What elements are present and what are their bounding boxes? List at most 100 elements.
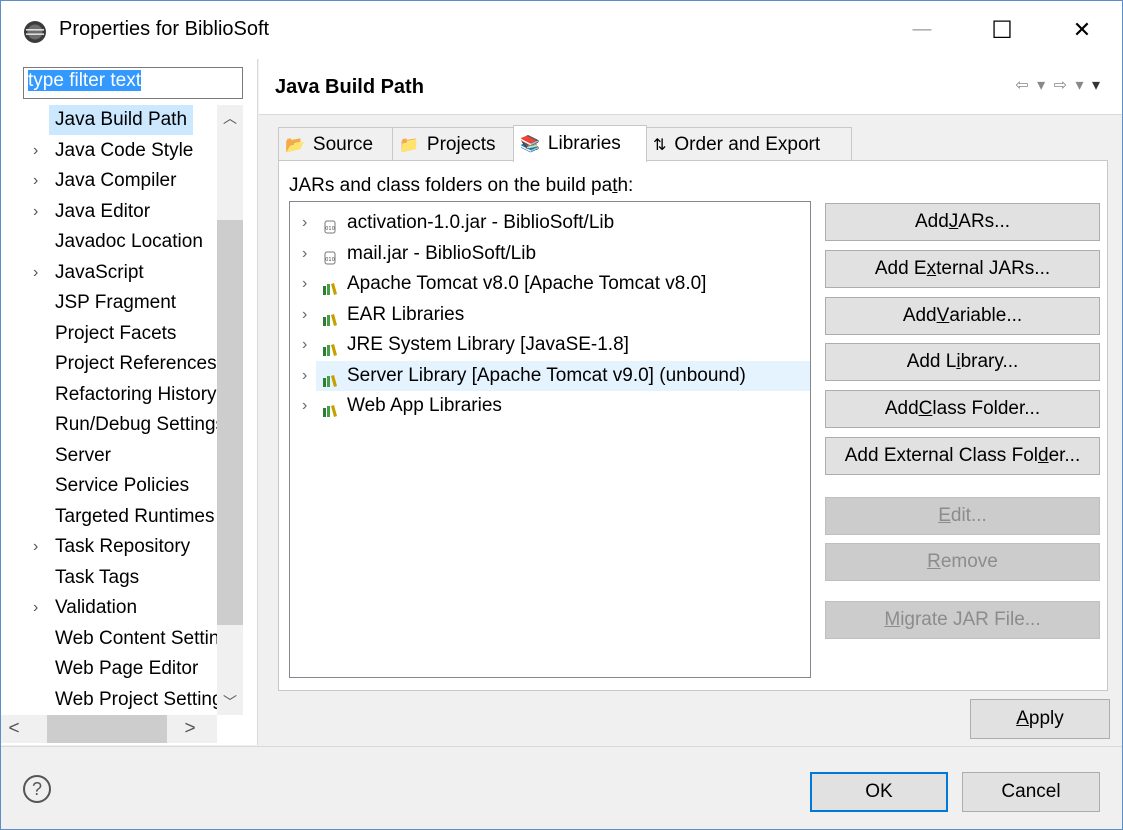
- expand-arrow-icon[interactable]: ›: [33, 532, 45, 562]
- add-external-class-folder-button[interactable]: Add External Class Fol d er...: [825, 437, 1100, 475]
- entry-label: Server Library [Apache Tomcat v9.0] (unb…: [347, 364, 746, 386]
- scroll-right-icon[interactable]: >: [177, 715, 203, 743]
- tree-item-label: Project References: [55, 353, 217, 374]
- add-library-button[interactable]: Add Li brary...: [825, 343, 1100, 381]
- tree-item-label: Refactoring History: [55, 383, 217, 405]
- migrate-jar-file-button: Migrate JAR File...: [825, 601, 1100, 639]
- build-path-entry[interactable]: › 010 activation-1.0.jar - BiblioSoft/Lib: [290, 208, 810, 238]
- expand-arrow-icon[interactable]: ›: [302, 330, 307, 360]
- back-dropdown-icon[interactable]: ▾: [1037, 77, 1047, 94]
- tree-item-service-policies[interactable]: Service Policies: [1, 471, 217, 501]
- edit-button: Edit...: [825, 497, 1100, 535]
- tree-item-java-code-style[interactable]: › Java Code Style: [1, 136, 217, 166]
- build-path-entries-list[interactable]: › 010 activation-1.0.jar - BiblioSoft/Lib ›…: [289, 201, 811, 678]
- tree-item-label: Task Repository: [55, 536, 191, 557]
- tab-label: Projects: [426, 133, 496, 155]
- tree-item-web-content-settings[interactable]: Web Content Settings: [1, 624, 217, 654]
- tree-item-label: Javadoc Location: [55, 231, 203, 252]
- entry-label: JRE System Library [JavaSE-1.8]: [347, 334, 629, 355]
- build-path-entry[interactable]: › EAR Libraries: [290, 300, 810, 330]
- scroll-left-icon[interactable]: <: [1, 715, 27, 743]
- build-path-entry[interactable]: › JRE System Library [JavaSE-1.8]: [290, 330, 810, 360]
- window-title: Properties for BiblioSoft: [59, 18, 270, 40]
- scroll-down-icon[interactable]: ﹀: [217, 689, 243, 715]
- tree-item-web-project-settings[interactable]: Web Project Settings: [1, 685, 217, 715]
- button-bar-separator: [1, 746, 1122, 747]
- tree-item-validation[interactable]: › Validation: [1, 593, 217, 623]
- build-path-entry[interactable]: › Server Library [Apache Tomcat v9.0] (un…: [290, 360, 810, 391]
- tree-vertical-scroll-thumb[interactable]: [217, 220, 243, 625]
- expand-arrow-icon[interactable]: ›: [33, 197, 45, 227]
- ok-button[interactable]: OK: [810, 772, 948, 812]
- library-icon: [322, 307, 338, 326]
- close-button[interactable]: ✕: [1047, 1, 1117, 59]
- tree-item-targeted-runtimes[interactable]: Targeted Runtimes: [1, 502, 217, 532]
- tab-projects[interactable]: 📁 Projects: [392, 127, 514, 161]
- build-path-entry[interactable]: › Apache Tomcat v8.0 [Apache Tomcat v8.0]: [290, 269, 810, 299]
- forward-dropdown-icon[interactable]: ▾: [1075, 77, 1085, 94]
- maximize-icon: ☐: [991, 16, 1013, 44]
- build-path-entry[interactable]: › Web App Libraries: [290, 391, 810, 421]
- page-title: Java Build Path: [275, 76, 424, 98]
- back-arrow-icon[interactable]: ⇦: [1015, 77, 1030, 94]
- expand-arrow-icon[interactable]: ›: [33, 258, 45, 288]
- tree-item-label: JSP Fragment: [55, 292, 177, 313]
- tab-libraries[interactable]: 📚 Libraries: [513, 125, 647, 162]
- tree-item-task-repository[interactable]: › Task Repository: [1, 532, 217, 562]
- tree-item-label: Java Editor: [55, 200, 151, 222]
- tree-item-javascript[interactable]: › JavaScript: [1, 258, 217, 288]
- expand-arrow-icon[interactable]: ›: [33, 136, 45, 166]
- tab-order-and-export[interactable]: ⇅ Order and Export: [646, 127, 852, 161]
- tree-vertical-scrollbar[interactable]: ︿ ﹀: [217, 105, 243, 715]
- apply-button[interactable]: Apply: [970, 699, 1110, 739]
- tree-item-label: Java Compiler: [55, 170, 177, 191]
- tab-label: Order and Export: [674, 133, 821, 155]
- library-icon: [322, 337, 338, 356]
- tab-label: Source: [312, 133, 374, 155]
- expand-arrow-icon[interactable]: ›: [302, 269, 307, 299]
- tree-item-refactoring-history[interactable]: Refactoring History: [1, 380, 217, 410]
- property-page-tree: Java Build Path › Java Code Style › Java Com…: [1, 105, 217, 715]
- expand-arrow-icon[interactable]: ›: [33, 166, 45, 196]
- tree-item-server[interactable]: Server: [1, 441, 217, 471]
- expand-arrow-icon[interactable]: ›: [302, 300, 307, 330]
- add-external-jars-button[interactable]: Add Ex ternal JARs...: [825, 250, 1100, 288]
- tree-item-web-page-editor[interactable]: Web Page Editor: [1, 654, 217, 684]
- tree-horizontal-scroll-thumb[interactable]: [47, 715, 167, 743]
- tab-label: Libraries: [547, 133, 621, 154]
- tree-horizontal-scrollbar[interactable]: < >: [1, 715, 217, 743]
- tree-item-label: Web Content Settings: [55, 627, 217, 649]
- tree-item-java-compiler[interactable]: › Java Compiler: [1, 166, 217, 196]
- forward-arrow-icon[interactable]: ⇨: [1054, 77, 1069, 94]
- tree-item-label: Server: [55, 444, 111, 466]
- close-icon: ✕: [1072, 17, 1092, 42]
- tab-source[interactable]: 📂 Source: [278, 127, 393, 161]
- expand-arrow-icon[interactable]: ›: [302, 208, 307, 238]
- scroll-up-icon[interactable]: ︿: [217, 105, 243, 131]
- expand-arrow-icon[interactable]: ›: [33, 593, 45, 623]
- tree-item-java-editor[interactable]: › Java Editor: [1, 197, 217, 227]
- build-path-entry[interactable]: › 010 mail.jar - BiblioSoft/Lib: [290, 239, 810, 269]
- add-jars-button[interactable]: Add J ARs...: [825, 203, 1100, 241]
- jar-icon: 010: [322, 215, 338, 234]
- add-class-folder-button[interactable]: Add Class Folder...: [825, 390, 1100, 428]
- view-menu-icon[interactable]: ▾: [1092, 77, 1102, 94]
- expand-arrow-icon[interactable]: ›: [302, 239, 307, 269]
- minimize-button[interactable]: —: [887, 1, 957, 59]
- tree-item-java-build-path[interactable]: Java Build Path: [1, 105, 217, 135]
- filter-input[interactable]: type filter text: [23, 67, 243, 99]
- tree-item-run-debug-settings[interactable]: Run/Debug Settings: [1, 410, 217, 440]
- expand-arrow-icon[interactable]: ›: [302, 391, 307, 421]
- tree-item-project-facets[interactable]: Project Facets: [1, 319, 217, 349]
- expand-arrow-icon[interactable]: ›: [302, 361, 307, 391]
- tree-item-task-tags[interactable]: Task Tags: [1, 563, 217, 593]
- help-icon[interactable]: ?: [23, 775, 51, 803]
- tree-item-label: JavaScript: [55, 261, 144, 283]
- tree-item-jsp-fragment[interactable]: JSP Fragment: [1, 288, 217, 318]
- add-variable-button[interactable]: Add Variable...: [825, 297, 1100, 335]
- cancel-button[interactable]: Cancel: [962, 772, 1100, 812]
- tree-item-project-references[interactable]: Project References: [1, 349, 217, 379]
- maximize-button[interactable]: ☐: [967, 1, 1037, 59]
- library-icon: [322, 276, 338, 295]
- tree-item-javadoc-location[interactable]: Javadoc Location: [1, 227, 217, 257]
